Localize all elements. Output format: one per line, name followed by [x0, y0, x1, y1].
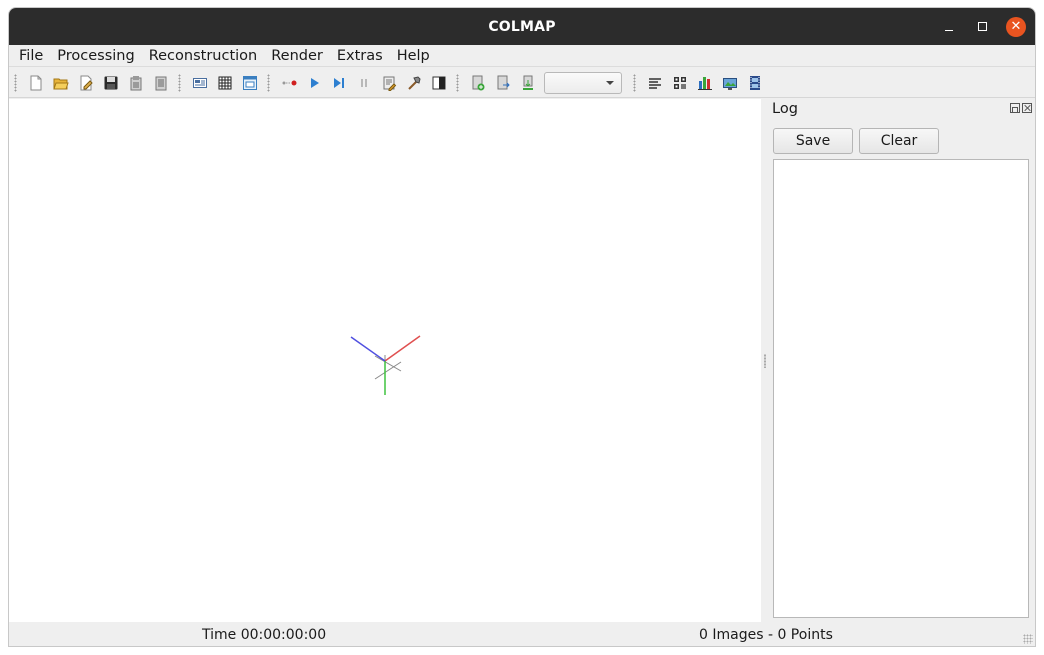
menu-help[interactable]: Help: [390, 45, 437, 67]
maximize-icon: [977, 22, 987, 31]
reconstruction-options-icon: [383, 76, 396, 91]
show-log-button[interactable]: [642, 72, 667, 94]
feature-matching-button[interactable]: [212, 72, 237, 94]
import-model-button[interactable]: [123, 72, 148, 94]
z-axis: [350, 336, 386, 362]
splitter-handle: [764, 354, 766, 368]
menu-reconstruction[interactable]: Reconstruction: [142, 45, 265, 67]
save-project-button[interactable]: [98, 72, 123, 94]
start-reconstruction-icon: [310, 77, 319, 88]
close-button[interactable]: ✕: [1001, 8, 1031, 45]
close-icon: ✕: [1006, 16, 1026, 37]
status-time: Time 00:00:00:00: [202, 627, 327, 643]
status-counts: 0 Images - 0 Points: [699, 627, 833, 643]
movie-grabber-button[interactable]: [742, 72, 767, 94]
pause-reconstruction-icon: [360, 78, 367, 87]
close-dock-icon[interactable]: [1022, 103, 1032, 113]
dock-controls: [1010, 103, 1032, 113]
menu-extras[interactable]: Extras: [330, 45, 390, 67]
statistics-button[interactable]: [692, 72, 717, 94]
grid-icon: [673, 76, 686, 89]
log-dock-title: Log: [772, 101, 798, 117]
import-all-button[interactable]: [515, 72, 540, 94]
statistics-icon: [697, 76, 712, 90]
menu-file[interactable]: File: [9, 45, 50, 67]
pause-reconstruction-button[interactable]: [351, 72, 376, 94]
coordinate-axes: [350, 335, 421, 395]
save-log-button[interactable]: Save: [773, 128, 853, 154]
window-title: COLMAP: [488, 18, 556, 35]
step-reconstruction-icon: [333, 77, 344, 88]
database-management-button[interactable]: [237, 72, 262, 94]
export-all-button[interactable]: [490, 72, 515, 94]
toolbar-separator: [178, 73, 181, 92]
main-toolbar: [9, 68, 1035, 98]
add-model-button[interactable]: [465, 72, 490, 94]
export-model-button[interactable]: [148, 72, 173, 94]
axis-grid-line: [374, 361, 402, 380]
log-icon: [648, 77, 661, 89]
screenshot-button[interactable]: [717, 72, 742, 94]
maximize-button[interactable]: [967, 8, 997, 45]
toolbar-separator: [456, 73, 459, 92]
menu-processing[interactable]: Processing: [50, 45, 141, 67]
screenshot-icon: [722, 77, 737, 90]
minimize-button[interactable]: [934, 8, 964, 45]
toolbar-separator: [267, 73, 270, 92]
feature-matching-icon: [218, 76, 231, 89]
title-bar: COLMAP ✕: [9, 8, 1035, 45]
automatic-reconstruction-icon: [282, 80, 296, 85]
open-project-button[interactable]: [48, 72, 73, 94]
new-project-button[interactable]: [23, 72, 48, 94]
feature-extraction-icon: [192, 77, 207, 88]
chevron-down-icon: [606, 80, 614, 85]
toolbar-grip[interactable]: [14, 73, 17, 92]
bundle-adjustment-button[interactable]: [401, 72, 426, 94]
step-reconstruction-button[interactable]: [326, 72, 351, 94]
feature-extraction-button[interactable]: [187, 72, 212, 94]
export-all-icon: [497, 75, 510, 89]
minimize-icon: [945, 30, 953, 31]
reconstruction-options-button[interactable]: [376, 72, 401, 94]
render-options-button[interactable]: [426, 72, 451, 94]
app-window: COLMAP ✕ File Processing Reconstruction …: [9, 8, 1035, 646]
bundle-adjustment-icon: [407, 75, 421, 90]
open-project-icon: [52, 78, 69, 89]
import-model-icon: [130, 75, 141, 90]
edit-project-button[interactable]: [73, 72, 98, 94]
toolbar-separator: [633, 73, 636, 92]
grid-button[interactable]: [667, 72, 692, 94]
movie-grabber-icon: [749, 75, 760, 90]
model-select[interactable]: [544, 71, 622, 94]
model-viewer[interactable]: [9, 99, 761, 622]
start-reconstruction-button[interactable]: [301, 72, 326, 94]
import-all-icon: [522, 75, 533, 90]
render-options-icon: [432, 76, 445, 89]
dock-splitter[interactable]: [761, 99, 769, 622]
clear-log-button[interactable]: Clear: [859, 128, 939, 154]
export-model-icon: [155, 76, 166, 90]
log-text-area[interactable]: [773, 159, 1029, 618]
edit-project-icon: [80, 75, 93, 90]
new-project-icon: [30, 75, 41, 90]
add-model-icon: [472, 75, 484, 90]
database-management-icon: [242, 75, 257, 90]
save-project-icon: [104, 76, 117, 89]
menu-bar: File Processing Reconstruction Render Ex…: [9, 45, 1035, 67]
automatic-reconstruction-button[interactable]: [276, 72, 301, 94]
resize-grip-icon[interactable]: [1023, 634, 1033, 644]
log-dock: Log Save Clear: [769, 99, 1035, 622]
status-bar: Time 00:00:00:00 0 Images - 0 Points: [9, 622, 1035, 646]
float-dock-icon[interactable]: [1010, 103, 1020, 113]
x-axis: [384, 335, 421, 362]
menu-render[interactable]: Render: [264, 45, 330, 67]
